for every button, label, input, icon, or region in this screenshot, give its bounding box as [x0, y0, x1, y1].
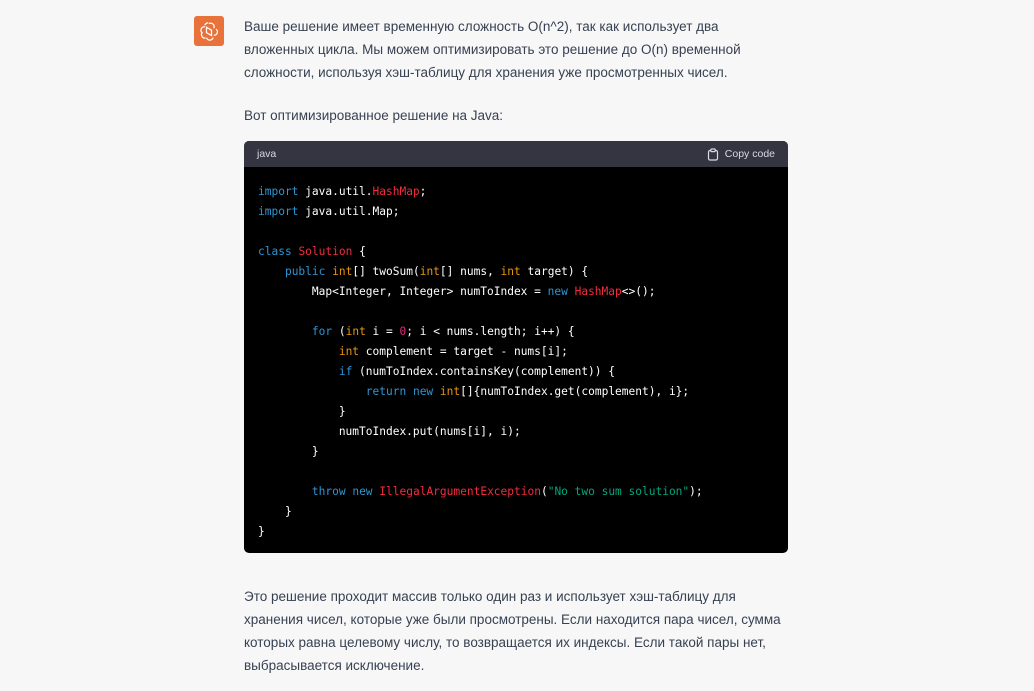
- assistant-avatar: [194, 16, 224, 46]
- code-line: numToIndex.put(nums[i], i);: [258, 425, 521, 438]
- intro-paragraph: Ваше решение имеет временную сложность O…: [244, 19, 741, 80]
- lead-in-paragraph: Вот оптимизированное решение на Java:: [244, 108, 504, 123]
- code-line: return new int[]{numToIndex.get(compleme…: [365, 385, 690, 398]
- code-line: class Solution {: [258, 245, 366, 258]
- clipboard-icon: [707, 147, 718, 161]
- code-language-label: java: [257, 148, 277, 160]
- code-line: }: [258, 405, 346, 418]
- code-line: Map<Integer, Integer> numToIndex = new H…: [258, 285, 656, 298]
- code-content: import java.util.HashMap; import java.ut…: [244, 167, 788, 542]
- assistant-message: Ваше решение имеет временную сложность O…: [244, 15, 788, 673]
- code-line: }: [258, 525, 265, 538]
- code-line: }: [258, 505, 292, 518]
- code-line: import java.util.Map;: [258, 205, 400, 218]
- code-line: }: [258, 445, 319, 458]
- copy-code-button[interactable]: Copy code: [707, 147, 775, 161]
- outro-paragraph: Это решение проходит массив только один …: [244, 589, 781, 673]
- openai-logo-icon: [200, 22, 219, 41]
- code-line: public int[] twoSum(int[] nums, int targ…: [284, 265, 589, 278]
- code-line: int complement = target - nums[i];: [338, 345, 568, 358]
- code-block-header: java Copy code: [244, 141, 788, 167]
- code-line: import java.util.HashMap;: [258, 185, 427, 198]
- code-line: if (numToIndex.containsKey(complement)) …: [338, 365, 615, 378]
- code-line: for (int i = 0; i < nums.length; i++) {: [311, 325, 575, 338]
- copy-code-label: Copy code: [724, 148, 775, 160]
- code-line: throw new IllegalArgumentException("No t…: [311, 485, 703, 498]
- code-block: java Copy code import java.util.HashMap;…: [244, 141, 788, 553]
